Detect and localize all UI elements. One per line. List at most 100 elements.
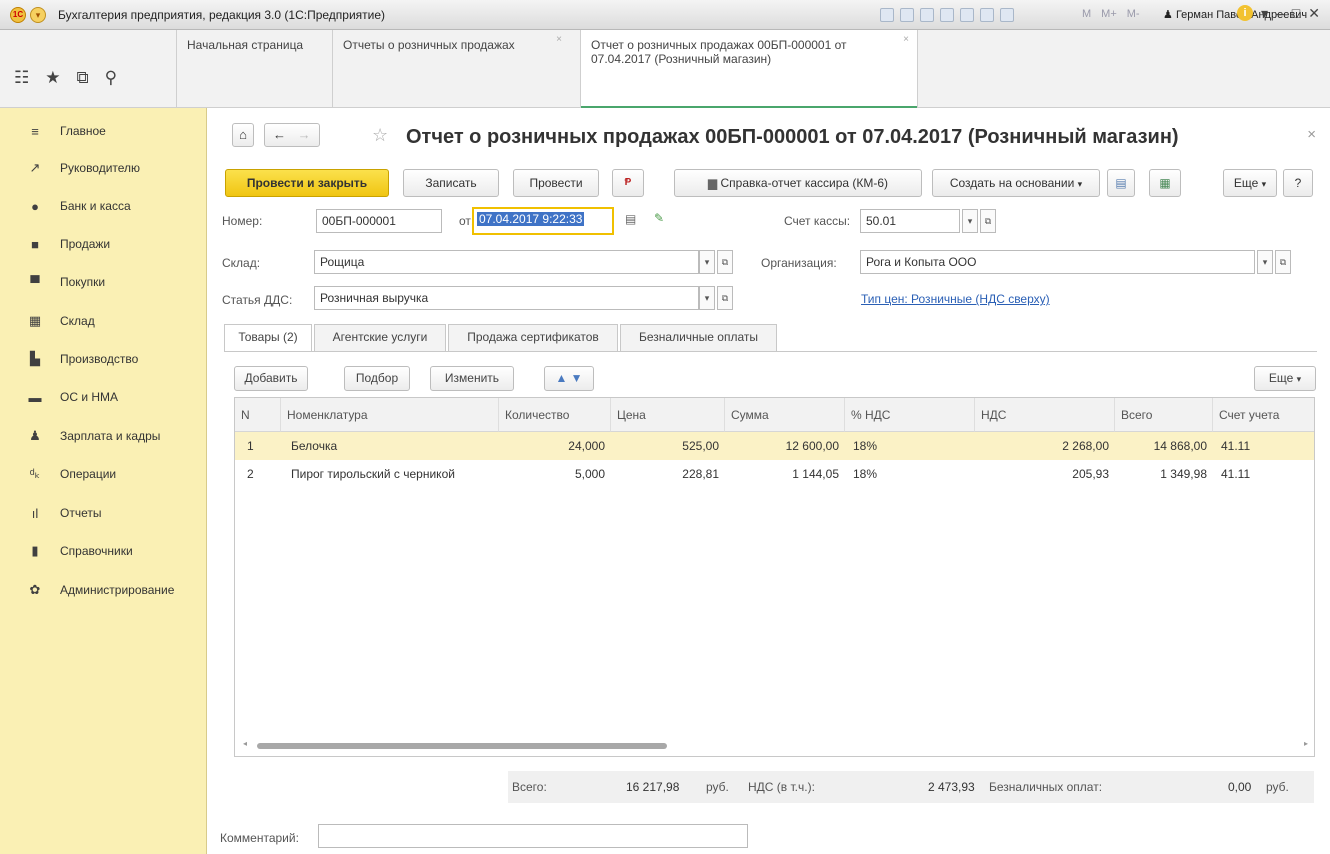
tab-retail-reports[interactable]: Отчеты о розничных продажах × [332,30,570,108]
cash-account-field[interactable]: 50.01 [860,209,960,233]
document-print-button[interactable]: ▤ [1107,169,1135,197]
dds-dropdown[interactable]: ▾ [699,286,715,310]
search-icon[interactable]: ⚲ [105,68,117,88]
sidebar-item-purchases[interactable]: ▀ Покупки [0,267,207,297]
horizontal-scrollbar[interactable]: ◂ ▸ [243,739,1308,750]
scroll-right-icon[interactable]: ▸ [1304,739,1308,748]
organization-dropdown[interactable]: ▾ [1257,250,1273,274]
table-more-button[interactable]: Еще ▾ [1254,366,1316,391]
sidebar-item-production[interactable]: ▙ Производство [0,344,207,374]
report-button[interactable]: ▦ [1149,169,1181,197]
column-header-total[interactable]: Всего [1115,398,1213,432]
goods-table: N Номенклатура Количество Цена Сумма % Н… [234,397,1315,757]
truck-icon: ▬ [28,389,42,405]
help-button[interactable]: ? [1283,169,1313,197]
column-header-vat-rate[interactable]: % НДС [845,398,975,432]
cashier-report-button[interactable]: ▆ Справка-отчет кассира (КМ-6) [674,169,922,197]
home-button[interactable]: ⌂ [232,123,254,147]
table-row[interactable]: 2 Пирог тирольский с черникой 5,000 228,… [235,460,1314,488]
sidebar-item-fixed-assets[interactable]: ▬ ОС и НМА [0,382,207,412]
star-icon[interactable]: ★ [45,68,60,88]
print-icon[interactable] [900,8,914,22]
preview-icon[interactable] [920,8,934,22]
column-header-sum[interactable]: Сумма [725,398,845,432]
tab-agent-services[interactable]: Агентские услуги [314,324,446,351]
dds-field[interactable]: Розничная выручка [314,286,699,310]
close-tab-icon[interactable]: × [903,34,909,45]
calendar-icon[interactable]: ▤ [625,212,636,226]
sidebar-item-sales[interactable]: ■ Продажи [0,229,207,259]
favorites-icon[interactable] [940,8,954,22]
column-header-vat[interactable]: НДС [975,398,1115,432]
date-field[interactable]: 07.04.2017 9:22:33 [472,207,614,235]
back-arrow-icon[interactable]: ← [273,127,286,142]
tab-certificate-sales[interactable]: Продажа сертификатов [448,324,618,351]
close-form-icon[interactable]: × [1307,126,1316,143]
history-icon[interactable]: ⧉ [77,68,89,88]
close-tab-icon[interactable]: × [556,34,562,45]
move-up-icon[interactable]: ▲ [555,371,567,385]
forward-arrow-icon[interactable]: → [298,127,311,142]
app-logo-icon: 1C [10,7,26,23]
memory-minus-button[interactable]: M- [1127,8,1140,20]
calendar-icon[interactable] [1000,8,1014,22]
pick-button[interactable]: Подбор [344,366,410,391]
gear-icon: ✿ [29,582,41,597]
favorite-star-icon[interactable]: ☆ [372,125,388,146]
tab-goods[interactable]: Товары (2) [224,324,312,352]
post-and-close-button[interactable]: Провести и закрыть [225,169,389,197]
column-header-n[interactable]: N [235,398,281,432]
column-header-price[interactable]: Цена [611,398,725,432]
cash-account-dropdown[interactable]: ▾ [962,209,978,233]
info-icon[interactable]: i [1236,5,1253,21]
apps-grid-icon[interactable]: ☷ [14,68,29,88]
dropdown-icon[interactable]: ▾ [1261,5,1268,22]
sidebar-item-payroll[interactable]: ♟ Зарплата и кадры [0,421,207,451]
sidebar-item-operations[interactable]: ᵈₖ Операции [0,459,207,489]
warehouse-field[interactable]: Рощица [314,250,699,274]
save-icon[interactable] [880,8,894,22]
tab-retail-report-doc[interactable]: Отчет о розничных продажах 00БП-000001 о… [580,30,918,109]
minimize-button[interactable]: – [1276,5,1284,22]
warehouse-dropdown[interactable]: ▾ [699,250,715,274]
main-menu-button[interactable]: ▾ [30,7,46,23]
more-button[interactable]: Еще ▾ [1223,169,1277,197]
organization-open[interactable]: ⧉ [1275,250,1291,274]
add-button[interactable]: Добавить [234,366,308,391]
price-type-link[interactable]: Тип цен: Розничные (НДС сверху) [861,292,1050,306]
close-window-button[interactable]: ✕ [1308,5,1320,22]
maximize-button[interactable]: □ [1292,5,1300,22]
create-based-on-button[interactable]: Создать на основании ▾ [932,169,1100,197]
save-button[interactable]: Записать [403,169,499,197]
comment-field[interactable] [318,824,748,848]
sidebar-item-reports[interactable]: ıl Отчеты [0,498,207,528]
move-down-icon[interactable]: ▼ [571,371,583,385]
post-button[interactable]: Провести [513,169,599,197]
tab-home[interactable]: Начальная страница [176,30,316,108]
sidebar-item-warehouse[interactable]: ▦ Склад [0,306,207,336]
column-header-item[interactable]: Номенклатура [281,398,499,432]
history-icon[interactable] [960,8,974,22]
warehouse-open[interactable]: ⧉ [717,250,733,274]
column-header-quantity[interactable]: Количество [499,398,611,432]
sidebar-item-catalogs[interactable]: ▮ Справочники [0,536,207,566]
memory-plus-button[interactable]: M+ [1101,8,1117,20]
memory-m-button[interactable]: M [1082,8,1091,20]
calculator-icon[interactable] [980,8,994,22]
dt-kt-button[interactable]: Ᵽ [612,169,644,197]
table-row[interactable]: 1 Белочка 24,000 525,00 12 600,00 18% 2 … [235,432,1314,460]
number-field[interactable]: 00БП-000001 [316,209,442,233]
sidebar-item-bank[interactable]: ● Банк и касса [0,191,207,221]
dds-open[interactable]: ⧉ [717,286,733,310]
total-currency: руб. [706,780,729,794]
scroll-thumb[interactable] [257,743,667,749]
scroll-left-icon[interactable]: ◂ [243,739,247,748]
tab-noncash-payments[interactable]: Безналичные оплаты [620,324,777,351]
column-header-account[interactable]: Счет учета [1213,398,1314,432]
sidebar-item-main[interactable]: ≡ Главное [0,116,207,146]
edit-button[interactable]: Изменить [430,366,514,391]
sidebar-item-admin[interactable]: ✿ Администрирование [0,575,207,605]
sidebar-item-manager[interactable]: ↗ Руководителю [0,153,207,183]
cash-account-open[interactable]: ⧉ [980,209,996,233]
organization-field[interactable]: Рога и Копыта ООО [860,250,1255,274]
